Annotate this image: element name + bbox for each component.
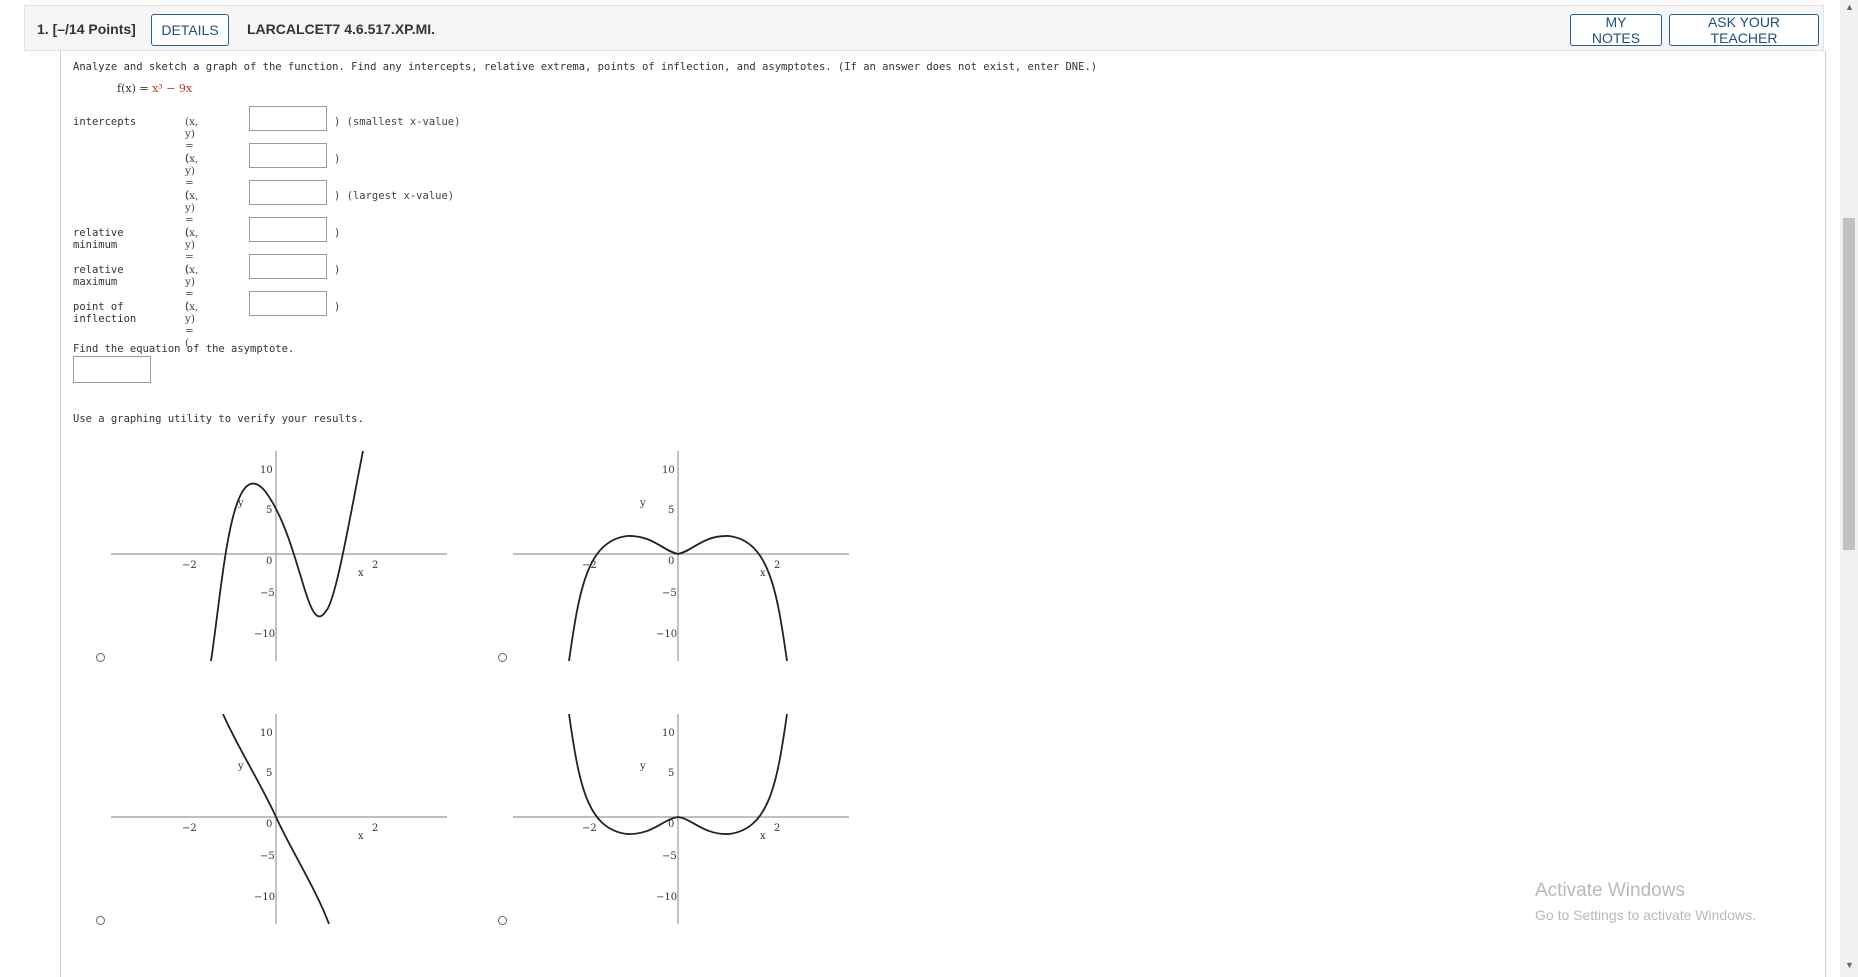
tick-label-neg5: −5 xyxy=(260,588,275,599)
row-suffix: ) xyxy=(334,227,341,239)
vertical-scrollbar[interactable]: ▲ ▼ xyxy=(1840,0,1858,977)
row-label: relative minimum xyxy=(73,227,124,251)
ask-your-teacher-button[interactable]: ASK YOUR TEACHER xyxy=(1669,14,1819,46)
function-expression: x³ − 9x xyxy=(152,82,193,95)
scroll-down-arrow-icon[interactable]: ▼ xyxy=(1845,960,1854,970)
function-definition: f(x) = x³ − 9x xyxy=(117,82,192,95)
tick-label-2: 2 xyxy=(774,823,780,834)
x-axis-label: x xyxy=(358,568,364,579)
details-button[interactable]: DETAILS xyxy=(151,14,229,46)
tick-label-neg10: −10 xyxy=(254,629,275,640)
row-label: relative maximum xyxy=(73,264,124,288)
verify-text: Use a graphing utility to verify your re… xyxy=(73,413,364,425)
intercept-middle-input[interactable] xyxy=(249,143,327,168)
radio-option-c[interactable] xyxy=(96,916,105,925)
tick-label-10: 10 xyxy=(662,728,675,739)
activate-windows-title: Activate Windows xyxy=(1535,880,1685,901)
tick-label-5: 5 xyxy=(668,505,674,516)
scroll-up-arrow-icon[interactable]: ▲ xyxy=(1845,2,1854,12)
row-suffix: ) (largest x-value) xyxy=(334,190,455,202)
y-axis-label: y xyxy=(237,761,244,772)
question-body: Analyze and sketch a graph of the functi… xyxy=(60,51,1826,977)
tick-label-0: 0 xyxy=(668,556,674,567)
tick-label-5: 5 xyxy=(668,768,674,779)
radio-option-d[interactable] xyxy=(498,916,507,925)
y-axis-label: y xyxy=(639,761,646,772)
asymptote-input[interactable] xyxy=(73,356,151,383)
curve xyxy=(210,451,364,661)
row-suffix: ) xyxy=(334,301,341,313)
x-axis-label: x xyxy=(760,831,766,842)
y-axis-label: y xyxy=(639,498,646,509)
row-suffix: ) (smallest x-value) xyxy=(334,116,461,128)
radio-option-a[interactable] xyxy=(96,653,105,662)
xy-prefix: (x, y) = ( xyxy=(185,301,199,349)
tick-label-neg5: −5 xyxy=(662,588,677,599)
page: 1. [–/14 Points] DETAILS LARCALCET7 4.6.… xyxy=(0,0,1840,977)
tick-label-neg2: −2 xyxy=(182,560,197,571)
tick-label-0: 0 xyxy=(266,556,272,567)
row-suffix: ) xyxy=(334,153,341,165)
tick-label-2: 2 xyxy=(774,560,780,571)
tick-label-10: 10 xyxy=(260,465,273,476)
tick-label-neg2: −2 xyxy=(582,823,597,834)
graph-option-d: −2 2 10 5 0 −5 −10 x y xyxy=(513,714,849,924)
relative-maximum-input[interactable] xyxy=(249,254,327,279)
activate-windows-subtitle: Go to Settings to activate Windows. xyxy=(1535,907,1756,923)
radio-option-b[interactable] xyxy=(498,653,507,662)
instruction-text: Analyze and sketch a graph of the functi… xyxy=(73,61,1098,73)
tick-label-neg2: −2 xyxy=(182,823,197,834)
graph-option-a: −2 2 10 5 0 −5 −10 x y xyxy=(111,451,447,661)
asymptote-prompt: Find the equation of the asymptote. xyxy=(73,343,295,355)
tick-label-2: 2 xyxy=(372,560,378,571)
tick-label-neg10: −10 xyxy=(656,892,677,903)
row-label: point of inflection xyxy=(73,301,137,325)
question-header: 1. [–/14 Points] DETAILS LARCALCET7 4.6.… xyxy=(24,5,1824,51)
tick-label-5: 5 xyxy=(266,505,272,516)
x-axis-label: x xyxy=(760,568,766,579)
tick-label-2: 2 xyxy=(372,823,378,834)
intercept-largest-input[interactable] xyxy=(249,180,327,205)
tick-label-neg5: −5 xyxy=(662,851,677,862)
tick-label-5: 5 xyxy=(266,768,272,779)
row-suffix: ) xyxy=(334,264,341,276)
x-axis-label: x xyxy=(358,831,364,842)
tick-label-neg5: −5 xyxy=(260,851,275,862)
my-notes-button[interactable]: MY NOTES xyxy=(1570,14,1662,46)
tick-label-neg10: −10 xyxy=(656,629,677,640)
relative-minimum-input[interactable] xyxy=(249,217,327,242)
intercept-smallest-input[interactable] xyxy=(249,106,327,131)
tick-label-10: 10 xyxy=(260,728,273,739)
tick-label-neg10: −10 xyxy=(254,892,275,903)
function-prefix: f(x) = xyxy=(117,82,153,95)
graph-option-c: −2 2 10 5 0 −5 −10 x y xyxy=(111,714,447,924)
question-number: 1. [–/14 Points] xyxy=(37,21,136,37)
question-code: LARCALCET7 4.6.517.XP.MI. xyxy=(247,21,436,37)
graph-option-b: −2 2 10 5 0 −5 −10 x y xyxy=(513,451,849,661)
tick-label-0: 0 xyxy=(266,819,272,830)
row-label: intercepts xyxy=(73,116,137,128)
inflection-point-input[interactable] xyxy=(249,291,327,316)
scrollbar-thumb[interactable] xyxy=(1843,218,1855,550)
tick-label-10: 10 xyxy=(662,465,675,476)
